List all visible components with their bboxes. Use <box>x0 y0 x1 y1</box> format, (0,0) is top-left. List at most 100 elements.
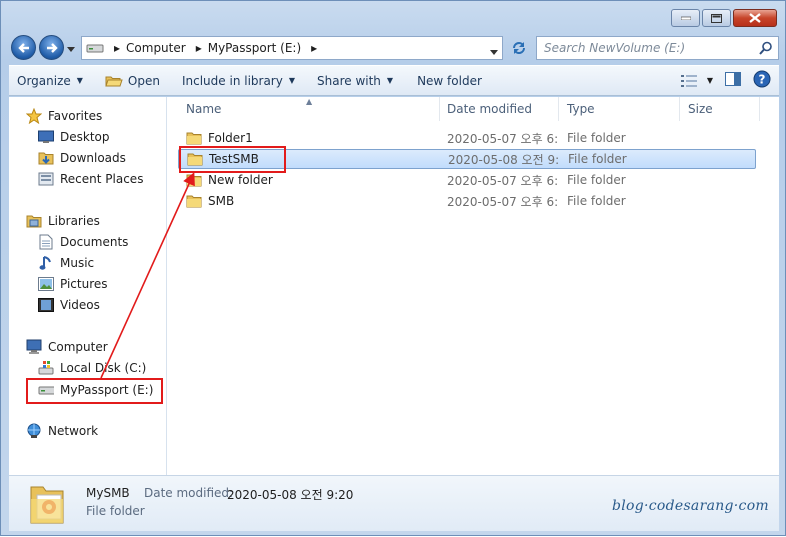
preview-pane-button[interactable] <box>725 72 741 89</box>
table-row[interactable]: New folder 2020-05-07 오후 6:... File fold… <box>178 170 756 190</box>
minimize-button[interactable] <box>671 9 700 27</box>
preview-pane-icon <box>725 72 741 86</box>
nav-item-computer[interactable]: Computer <box>26 337 108 357</box>
table-row[interactable]: SMB 2020-05-07 오후 6:... File folder <box>178 191 756 211</box>
nav-item-label: Downloads <box>60 151 126 165</box>
breadcrumb-separator[interactable]: ▸ <box>311 41 317 55</box>
organize-label: Organize <box>17 73 71 88</box>
organize-button[interactable]: Organize ▼ <box>9 69 91 93</box>
back-button[interactable] <box>11 35 36 60</box>
table-row[interactable]: Folder1 2020-05-07 오후 6:... File folder <box>178 128 756 148</box>
open-button[interactable]: Open <box>97 69 168 93</box>
chevron-down-icon: ▼ <box>706 76 713 85</box>
address-field[interactable]: ▸ Computer ▸ MyPassport (E:) ▸ <box>81 36 503 60</box>
refresh-button[interactable] <box>507 36 531 60</box>
column-header-name[interactable]: Name <box>178 97 440 121</box>
file-name-cell: SMB <box>186 193 234 209</box>
forward-button[interactable] <box>39 35 64 60</box>
column-header-size[interactable]: Size <box>680 97 760 121</box>
column-header-label: Name <box>186 102 222 116</box>
chevron-down-icon <box>490 50 498 55</box>
close-button[interactable] <box>733 9 777 27</box>
breadcrumb-mypassport[interactable]: MyPassport (E:) <box>208 41 301 55</box>
close-icon <box>749 13 761 23</box>
nav-item-local-disk[interactable]: Local Disk (C:) <box>38 358 146 378</box>
column-headers: ▲ Name Date modified Type Size <box>168 97 779 121</box>
column-header-date-modified[interactable]: Date modified <box>439 97 559 121</box>
maximize-button[interactable] <box>702 9 731 27</box>
details-pane: MySMB Date modified: 2020-05-08 오전 9:20 … <box>9 475 779 531</box>
new-folder-button[interactable]: New folder <box>409 69 490 93</box>
chevron-down-icon: ▼ <box>76 76 83 85</box>
column-header-label: Type <box>567 102 595 116</box>
folder-open-icon <box>105 76 123 86</box>
search-input[interactable]: Search NewVolume (E:) <box>536 36 779 60</box>
nav-item-label: Pictures <box>60 277 108 291</box>
nav-item-label: Desktop <box>60 130 110 144</box>
nav-item-libraries[interactable]: Libraries <box>26 211 100 231</box>
folder-icon <box>186 130 202 146</box>
nav-item-label: Music <box>60 256 95 270</box>
help-button[interactable]: ? <box>753 70 771 91</box>
nav-item-label: Favorites <box>48 109 103 123</box>
details-date-label: Date modified: <box>144 486 234 500</box>
documents-icon <box>38 234 54 250</box>
nav-item-documents[interactable]: Documents <box>38 232 128 252</box>
search-icon[interactable] <box>759 41 773 58</box>
column-header-type[interactable]: Type <box>559 97 680 121</box>
file-type: File folder <box>567 173 626 187</box>
main-area: Favorites Desktop Downloads Recent Place… <box>9 97 779 475</box>
details-date-value: 2020-05-08 오전 9:20 <box>227 488 354 502</box>
chevron-down-icon <box>67 47 75 52</box>
include-in-library-label: Include in library <box>181 73 283 88</box>
nav-item-favorites[interactable]: Favorites <box>26 106 102 126</box>
file-name-cell: New folder <box>186 172 273 188</box>
change-view-button[interactable]: ▼ <box>680 74 713 87</box>
nav-item-desktop[interactable]: Desktop <box>38 127 110 147</box>
file-date: 2020-05-07 오후 6:... <box>447 131 557 146</box>
file-date: 2020-05-08 오전 9:... <box>448 152 558 167</box>
nav-item-recent-places[interactable]: Recent Places <box>38 169 143 189</box>
file-name: SMB <box>208 194 235 208</box>
nav-item-videos[interactable]: Videos <box>38 295 100 315</box>
nav-item-network[interactable]: Network <box>26 421 98 441</box>
file-type: File folder <box>568 152 627 166</box>
nav-item-label: Network <box>48 424 99 438</box>
breadcrumb-separator[interactable]: ▸ <box>114 41 120 55</box>
highlight-box-mypassport <box>26 378 163 404</box>
folder-icon <box>186 172 202 188</box>
file-name: New folder <box>208 173 273 187</box>
share-with-label: Share with <box>317 73 381 88</box>
navigation-pane: Favorites Desktop Downloads Recent Place… <box>9 97 167 475</box>
star-icon <box>26 108 42 124</box>
view-list-icon <box>680 74 697 87</box>
toolbar-right-group: ▼ ? <box>680 70 771 91</box>
nav-item-music[interactable]: Music <box>38 253 94 273</box>
details-name: MySMB <box>86 486 130 500</box>
share-with-button[interactable]: Share with ▼ <box>309 69 401 93</box>
nav-item-label: Documents <box>60 235 129 249</box>
nav-item-downloads[interactable]: Downloads <box>38 148 126 168</box>
nav-item-pictures[interactable]: Pictures <box>38 274 108 294</box>
file-type: File folder <box>567 131 626 145</box>
minimize-icon <box>680 16 691 20</box>
include-in-library-button[interactable]: Include in library ▼ <box>174 69 303 93</box>
nav-item-label: Videos <box>60 298 100 312</box>
recent-pages-dropdown[interactable] <box>67 42 75 56</box>
breadcrumb-computer[interactable]: Computer <box>126 41 186 55</box>
breadcrumb-separator[interactable]: ▸ <box>196 41 202 55</box>
nav-item-label: Libraries <box>48 214 100 228</box>
new-folder-label: New folder <box>417 73 482 88</box>
libraries-icon <box>26 213 42 229</box>
folder-icon <box>186 193 202 209</box>
address-history-dropdown[interactable] <box>490 45 498 59</box>
svg-text:?: ? <box>759 73 766 87</box>
explorer-window: ▸ Computer ▸ MyPassport (E:) ▸ Search Ne… <box>0 0 786 536</box>
column-header-label: Size <box>688 102 713 116</box>
refresh-icon <box>513 42 525 54</box>
downloads-icon <box>38 150 54 166</box>
network-icon <box>26 423 42 439</box>
arrow-right-icon <box>46 42 58 53</box>
caption-buttons <box>671 9 777 27</box>
music-icon <box>38 255 54 271</box>
